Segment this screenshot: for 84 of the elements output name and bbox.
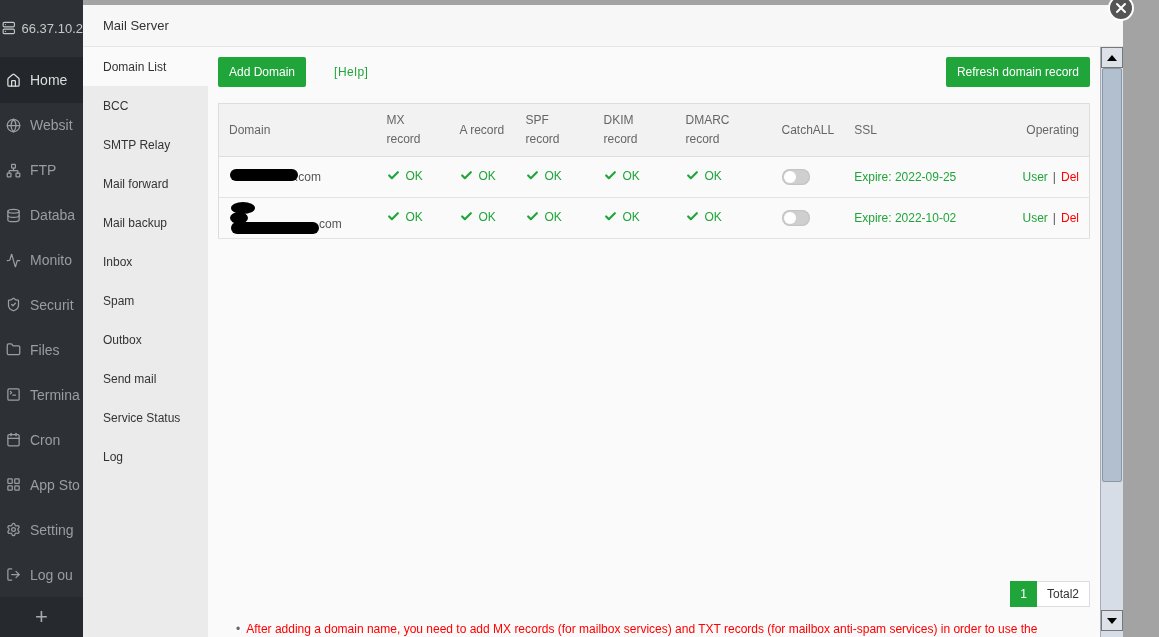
sidebar-item[interactable]: App Sto: [0, 462, 83, 508]
scroll-up-button[interactable]: [1101, 47, 1123, 68]
column-header: DMARC record: [675, 103, 772, 157]
delete-link[interactable]: Del: [1061, 170, 1079, 184]
network-icon: [6, 162, 21, 178]
nav-item[interactable]: SMTP Relay: [83, 125, 208, 164]
add-domain-button[interactable]: Add Domain: [218, 57, 307, 87]
user-link[interactable]: User: [1022, 170, 1048, 184]
record-status: OK: [405, 168, 423, 183]
delete-link[interactable]: Del: [1061, 211, 1079, 225]
column-header: CatchALL: [771, 103, 845, 157]
refresh-button[interactable]: Refresh domain record: [945, 57, 1090, 87]
folder-icon: [6, 342, 21, 358]
scrollbar[interactable]: [1100, 47, 1123, 637]
grid-icon: [6, 477, 21, 493]
sidebar-item[interactable]: Cron: [0, 417, 83, 463]
logout-icon: [6, 567, 21, 582]
column-header: MX record: [376, 103, 450, 157]
sidebar-item[interactable]: Home: [0, 57, 83, 103]
nav-item[interactable]: Outbox: [83, 320, 208, 359]
nav-item[interactable]: Log: [83, 437, 208, 476]
domain-text: com: [319, 217, 342, 231]
record-status: OK: [622, 168, 640, 183]
server-icon: [2, 21, 16, 36]
home-icon: [6, 72, 21, 88]
down-triangle-icon: [1107, 617, 1117, 624]
record-status: OK: [622, 209, 640, 224]
column-header: Domain: [218, 103, 377, 157]
record-status: OK: [544, 209, 562, 224]
help-link[interactable]: [Help]: [334, 65, 369, 79]
ssl-expiry: Expire: 2022-09-25: [854, 170, 957, 184]
nav-item[interactable]: BCC: [83, 86, 208, 125]
record-status: OK: [544, 168, 562, 183]
sidebar-item[interactable]: Databa: [0, 192, 83, 238]
settings-icon: [6, 522, 21, 538]
column-header: SPF record: [515, 103, 594, 157]
sidebar-item[interactable]: Monito: [0, 237, 83, 283]
sidebar-item[interactable]: Termina: [0, 372, 83, 418]
calendar-icon: [6, 432, 21, 448]
page-button[interactable]: 1: [1009, 581, 1037, 607]
note-text: After adding a domain name, you need to add MX records (for mailbox services) and TXT records (for mailbox anti-spam services) in order to use the: [246, 621, 1038, 637]
globe-icon: [6, 117, 21, 133]
record-status: OK: [478, 209, 496, 224]
separator: |: [1052, 211, 1056, 225]
up-triangle-icon: [1107, 54, 1117, 61]
database-icon: [6, 207, 21, 223]
scroll-thumb[interactable]: [1102, 68, 1122, 482]
record-status: OK: [405, 209, 423, 224]
record-status: OK: [704, 168, 722, 183]
sidebar-item[interactable]: Setting: [0, 507, 83, 553]
nav-item[interactable]: Domain List: [83, 47, 208, 86]
column-header: DKIM record: [593, 103, 676, 157]
ssl-expiry: Expire: 2022-10-02: [854, 211, 957, 225]
sidebar-item[interactable]: Log ou: [0, 552, 83, 597]
server-address: 66.37.10.2: [21, 20, 83, 36]
activity-icon: [6, 252, 21, 268]
record-status: OK: [704, 209, 722, 224]
shield-icon: [6, 297, 21, 313]
total-count: Total2: [1036, 581, 1090, 607]
sidebar-item[interactable]: Files: [0, 327, 83, 373]
nav-item[interactable]: Mail forward: [83, 164, 208, 203]
nav-item[interactable]: Send mail: [83, 359, 208, 398]
sidebar-item[interactable]: Securit: [0, 282, 83, 328]
separator: |: [1052, 170, 1056, 184]
terminal-icon: [6, 387, 21, 403]
user-link[interactable]: User: [1022, 211, 1048, 225]
nav-item[interactable]: Spam: [83, 281, 208, 320]
scroll-down-button[interactable]: [1101, 610, 1123, 631]
catchall-toggle[interactable]: [781, 210, 810, 226]
domain-text: .com: [295, 170, 321, 184]
add-button[interactable]: +: [0, 597, 83, 637]
column-header: A record: [449, 103, 516, 157]
column-header: SSL: [844, 103, 995, 157]
sidebar-item[interactable]: FTP: [0, 147, 83, 193]
bullet: •: [236, 621, 241, 637]
nav-item[interactable]: Service Status: [83, 398, 208, 437]
catchall-toggle[interactable]: [781, 169, 810, 185]
nav-item[interactable]: Mail backup: [83, 203, 208, 242]
close-button[interactable]: [1108, 0, 1134, 21]
column-header: Operating: [994, 103, 1090, 157]
record-status: OK: [478, 168, 496, 183]
nav-item[interactable]: Inbox: [83, 242, 208, 281]
sidebar-item[interactable]: Websit: [0, 102, 83, 148]
close-icon: [1113, 0, 1129, 16]
